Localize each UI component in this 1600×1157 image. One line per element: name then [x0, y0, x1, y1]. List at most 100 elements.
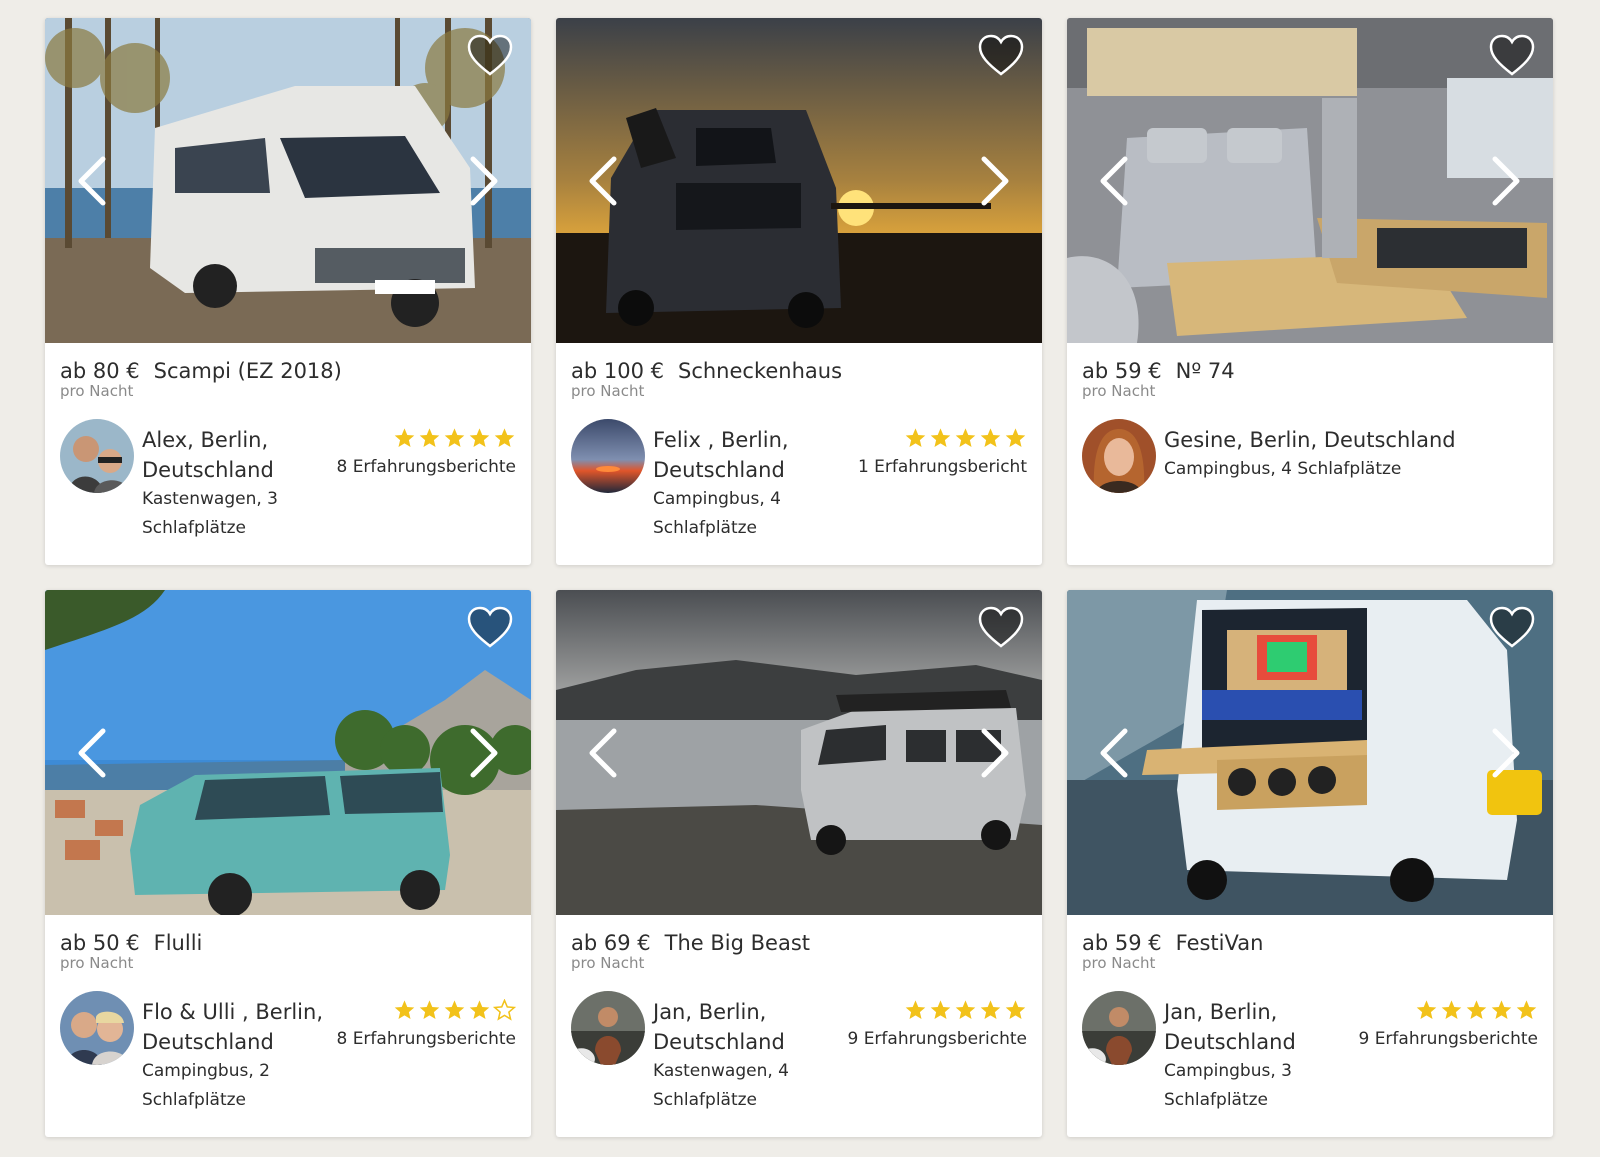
heart-icon: [1489, 34, 1535, 76]
listing-card[interactable]: ab 59 € Nº 74 pro Nacht Gesine, Berlin, …: [1067, 18, 1553, 565]
star-icon: [955, 428, 976, 447]
previous-photo-button[interactable]: [1097, 155, 1131, 207]
favorite-button[interactable]: [1489, 606, 1535, 648]
listing-price: ab 50 €: [60, 931, 140, 955]
heart-icon: [467, 606, 513, 648]
camper-van-sunset-photo: [556, 18, 1042, 343]
owner-details: Flo & Ulli , Berlin, Deutschland Camping…: [142, 997, 332, 1115]
listing-photo[interactable]: [45, 18, 531, 343]
previous-photo-button[interactable]: [586, 155, 620, 207]
vehicle-type: Campingbus, 3 Schlafplätze: [1164, 1061, 1292, 1110]
chevron-right-icon: [1492, 156, 1520, 206]
favorite-button[interactable]: [978, 606, 1024, 648]
star-icon: [1005, 1000, 1026, 1019]
heart-icon: [1489, 606, 1535, 648]
listing-card[interactable]: ab 50 € Flulli pro Nacht Flo & Ulli , Be…: [45, 590, 531, 1137]
owner-name[interactable]: Jan, Berlin, Deutschland: [1164, 997, 1354, 1057]
star-icon: [494, 428, 515, 447]
chevron-left-icon: [589, 156, 617, 206]
listing-title[interactable]: Nº 74: [1176, 357, 1235, 385]
vehicle-type: Kastenwagen, 3 Schlafplätze: [142, 489, 278, 538]
star-icon: [1516, 1000, 1537, 1019]
camper-van-interior-photo: [1067, 18, 1553, 343]
listing-title[interactable]: Flulli: [154, 929, 203, 957]
listing-info: ab 69 € The Big Beast pro Nacht Jan, Ber…: [556, 915, 1042, 1137]
favorite-button[interactable]: [978, 34, 1024, 76]
listing-title[interactable]: Schneckenhaus: [678, 357, 842, 385]
listing-headline: ab 69 € The Big Beast: [571, 929, 1027, 957]
listing-headline: ab 59 € FestiVan: [1082, 929, 1538, 957]
listing-card[interactable]: ab 59 € FestiVan pro Nacht Jan, Berlin, …: [1067, 590, 1553, 1137]
favorite-button[interactable]: [467, 606, 513, 648]
next-photo-button[interactable]: [1489, 727, 1523, 779]
next-photo-button[interactable]: [978, 727, 1012, 779]
owner-name[interactable]: Gesine, Berlin, Deutschland: [1164, 425, 1524, 455]
heart-icon: [978, 606, 1024, 648]
next-photo-button[interactable]: [467, 155, 501, 207]
review-count[interactable]: 8 Erfahrungsberichte: [336, 1028, 516, 1050]
listing-card[interactable]: ab 80 € Scampi (EZ 2018) pro Nacht Alex,…: [45, 18, 531, 565]
listing-price: ab 80 €: [60, 359, 140, 383]
listing-photo[interactable]: [556, 590, 1042, 915]
star-icon: [469, 1000, 490, 1019]
per-night-label: pro Nacht: [1082, 954, 1156, 972]
previous-photo-button[interactable]: [1097, 727, 1131, 779]
chevron-left-icon: [78, 156, 106, 206]
listing-photo[interactable]: [1067, 590, 1553, 915]
review-count[interactable]: 9 Erfahrungsberichte: [1358, 1028, 1538, 1050]
star-icon: [930, 428, 951, 447]
chevron-left-icon: [1100, 156, 1128, 206]
chevron-right-icon: [1492, 728, 1520, 778]
favorite-button[interactable]: [1489, 34, 1535, 76]
avatar[interactable]: [1082, 419, 1156, 493]
star-icon: [980, 428, 1001, 447]
avatar[interactable]: [571, 991, 645, 1065]
per-night-label: pro Nacht: [1082, 382, 1156, 400]
favorite-button[interactable]: [467, 34, 513, 76]
previous-photo-button[interactable]: [586, 727, 620, 779]
listing-card[interactable]: ab 100 € Schneckenhaus pro Nacht Felix ,…: [556, 18, 1042, 565]
listing-title[interactable]: The Big Beast: [665, 929, 810, 957]
next-photo-button[interactable]: [978, 155, 1012, 207]
avatar[interactable]: [1082, 991, 1156, 1065]
listing-card[interactable]: ab 69 € The Big Beast pro Nacht Jan, Ber…: [556, 590, 1042, 1137]
listing-headline: ab 50 € Flulli: [60, 929, 516, 957]
previous-photo-button[interactable]: [75, 155, 109, 207]
vehicle-type: Campingbus, 4 Schlafplätze: [653, 489, 781, 538]
listing-title[interactable]: Scampi (EZ 2018): [154, 357, 342, 385]
next-photo-button[interactable]: [467, 727, 501, 779]
listing-photo[interactable]: [45, 590, 531, 915]
chevron-left-icon: [589, 728, 617, 778]
star-icon: [419, 1000, 440, 1019]
listing-grid: ab 80 € Scampi (EZ 2018) pro Nacht Alex,…: [45, 18, 1553, 1137]
previous-photo-button[interactable]: [75, 727, 109, 779]
star-icon: [1441, 1000, 1462, 1019]
chevron-left-icon: [78, 728, 106, 778]
listing-photo[interactable]: [556, 18, 1042, 343]
owner-name[interactable]: Jan, Berlin, Deutschland: [653, 997, 843, 1057]
owner-name[interactable]: Flo & Ulli , Berlin, Deutschland: [142, 997, 332, 1057]
avatar[interactable]: [60, 991, 134, 1065]
owner-name[interactable]: Felix , Berlin, Deutschland: [653, 425, 843, 485]
star-icon: [930, 1000, 951, 1019]
review-count[interactable]: 1 Erfahrungsbericht: [858, 456, 1027, 478]
listing-info: ab 59 € Nº 74 pro Nacht Gesine, Berlin, …: [1067, 343, 1553, 565]
star-rating: [336, 427, 516, 449]
chevron-right-icon: [981, 728, 1009, 778]
rating: 8 Erfahrungsberichte: [336, 427, 516, 478]
listing-title[interactable]: FestiVan: [1176, 929, 1264, 957]
star-icon: [905, 1000, 926, 1019]
avatar[interactable]: [571, 419, 645, 493]
chevron-left-icon: [1100, 728, 1128, 778]
avatar[interactable]: [60, 419, 134, 493]
owner-details: Jan, Berlin, Deutschland Kastenwagen, 4 …: [653, 997, 843, 1115]
next-photo-button[interactable]: [1489, 155, 1523, 207]
heart-icon: [978, 34, 1024, 76]
review-count[interactable]: 8 Erfahrungsberichte: [336, 456, 516, 478]
chevron-right-icon: [470, 156, 498, 206]
owner-name[interactable]: Alex, Berlin, Deutschland: [142, 425, 332, 485]
listing-photo[interactable]: [1067, 18, 1553, 343]
owner-details: Felix , Berlin, Deutschland Campingbus, …: [653, 425, 843, 543]
star-icon: [1416, 1000, 1437, 1019]
review-count[interactable]: 9 Erfahrungsberichte: [847, 1028, 1027, 1050]
